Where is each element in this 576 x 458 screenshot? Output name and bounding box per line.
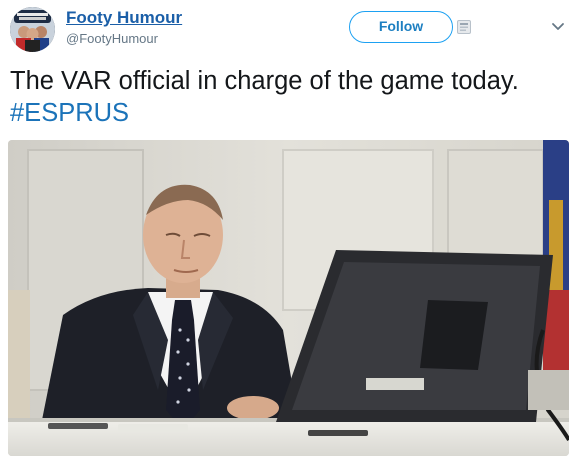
tweet-card: Footy Humour @FootyHumour Follow The VAR…	[0, 0, 576, 458]
display-name-link[interactable]: Footy Humour	[66, 8, 182, 28]
hashtag-link[interactable]: #ESPRUS	[10, 97, 570, 129]
chevron-down-icon[interactable]	[551, 22, 565, 32]
square-badge-icon[interactable]	[457, 20, 471, 34]
tweet-text: The VAR official in charge of the game t…	[10, 65, 570, 129]
follow-button[interactable]: Follow	[349, 11, 453, 43]
user-handle: @FootyHumour	[66, 31, 158, 46]
photo-man-at-monitor	[8, 140, 569, 456]
avatar[interactable]	[10, 7, 55, 52]
avatar-image	[10, 7, 55, 52]
tweet-body-text: The VAR official in charge of the game t…	[10, 67, 519, 95]
tweet-photo[interactable]	[8, 140, 569, 456]
